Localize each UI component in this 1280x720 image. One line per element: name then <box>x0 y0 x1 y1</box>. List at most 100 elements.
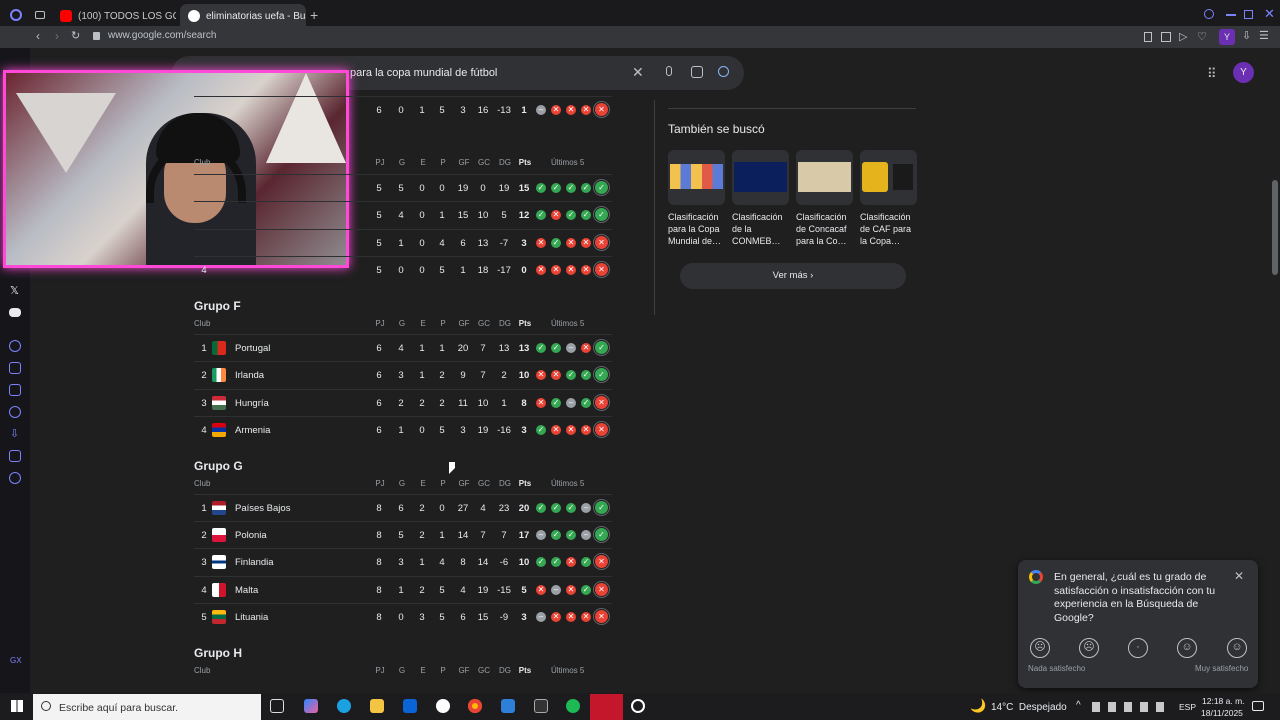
clock-date[interactable]: 18/11/2025 <box>1201 708 1243 718</box>
url-field[interactable]: www.google.com/search <box>108 30 216 41</box>
table-row[interactable]: 5 4 0 1 15 10 5 12 ✓ ✕ ✓ ✓ ✓ <box>194 201 612 228</box>
close-survey-icon[interactable]: ✕ <box>1234 569 1244 583</box>
related-label[interactable]: Clasificación de la CONMEB… <box>732 211 792 247</box>
related-card-caf[interactable] <box>860 150 917 205</box>
table-row[interactable]: 5 5 0 0 19 0 19 15 ✓ ✓ ✓ ✓ ✓ <box>194 174 612 201</box>
profile-avatar[interactable]: Y <box>1219 29 1235 45</box>
taskbar-app-active[interactable] <box>590 694 623 720</box>
xbox-icon[interactable] <box>436 699 450 713</box>
google-profile-avatar[interactable]: Y <box>1233 62 1254 83</box>
forward-icon[interactable]: › <box>55 29 59 43</box>
file-explorer-icon[interactable] <box>370 699 384 713</box>
table-row[interactable]: 2 Irlanda 6 3 1 2 9 7 2 10 ✕ ✕ ✓ ✓ ✓ <box>194 361 612 388</box>
messages-icon[interactable] <box>9 384 21 396</box>
table-row[interactable]: 5 1 0 4 6 13 -7 3 ✕ ✓ ✕ ✕ ✕ <box>194 229 612 256</box>
copilot-icon[interactable] <box>304 699 318 713</box>
history-icon[interactable] <box>9 406 21 418</box>
close-window-button[interactable]: ✕ <box>1264 6 1275 22</box>
edge-icon[interactable] <box>337 699 351 713</box>
team-name[interactable]: Malta <box>235 585 258 596</box>
back-icon[interactable]: ‹ <box>36 29 40 43</box>
opera-gx-icon[interactable] <box>631 699 645 713</box>
new-tab-button[interactable]: + <box>310 7 318 23</box>
team-name[interactable]: Finlandia <box>235 557 274 568</box>
gx-icon[interactable]: GX <box>10 656 22 665</box>
very-dissatisfied-icon[interactable]: ☹ <box>1030 638 1050 658</box>
bookmark-icon[interactable] <box>1144 32 1152 42</box>
system-tray-icons[interactable] <box>1092 702 1172 712</box>
tab-google-search[interactable]: eliminatorias uefa - Busca <box>180 4 306 28</box>
table-row[interactable]: 5 Lituania 8 0 3 5 6 15 -9 3– ✕ ✕ ✕ ✕ <box>194 603 612 630</box>
tab-actions-icon[interactable] <box>35 11 45 19</box>
menu-icon[interactable]: ☰ <box>1259 29 1269 42</box>
tab-youtube[interactable]: (100) TODOS LOS GOLES <box>52 4 176 28</box>
minimize-button[interactable] <box>1226 14 1236 16</box>
very-satisfied-icon[interactable]: ☺ <box>1227 638 1247 658</box>
extensions-icon[interactable] <box>9 450 21 462</box>
table-row[interactable]: 4 Malta 8 1 2 5 4 19 -15 5 ✕ – ✕ ✓ ✕ <box>194 576 612 603</box>
mic-icon[interactable] <box>666 66 672 76</box>
table-row[interactable]: 4 Armenia 6 1 0 5 3 19 -16 3 ✓ ✕ ✕ ✕ ✕ <box>194 416 612 443</box>
taskbar-search-placeholder[interactable]: Escribe aquí para buscar. <box>59 702 178 714</box>
clock-time[interactable]: 12:18 a. m. <box>1202 696 1245 706</box>
related-label[interactable]: Clasificación de Concacaf para la Co… <box>796 211 856 247</box>
chrome-icon[interactable] <box>468 699 482 713</box>
win-icon: ✓ <box>551 557 561 567</box>
heart-icon[interactable]: ♡ <box>1197 30 1207 43</box>
table-row[interactable]: 6 0 1 5 3 16 -13 1– ✕ ✕ ✕ ✕ <box>194 96 612 123</box>
download-icon[interactable]: ⇩ <box>1242 29 1251 42</box>
team-name[interactable]: Lituania <box>235 612 268 623</box>
neutral-icon[interactable]: · <box>1128 638 1148 658</box>
google-apps-icon[interactable]: ⠿ <box>1207 66 1217 82</box>
lock-icon[interactable] <box>93 32 100 40</box>
team-name[interactable]: Países Bajos <box>235 503 290 514</box>
notifications-icon[interactable] <box>1252 701 1264 711</box>
team-name[interactable]: Irlanda <box>235 370 264 381</box>
outlook-icon[interactable] <box>403 699 417 713</box>
settings-icon[interactable] <box>9 472 21 484</box>
player-icon[interactable] <box>9 340 21 352</box>
divider <box>654 100 655 315</box>
table-row[interactable]: 3 Finlandia 8 3 1 4 8 14 -6 10 ✓ ✓ ✕ ✓ ✕ <box>194 548 612 575</box>
start-icon[interactable] <box>11 700 23 712</box>
related-card-concacaf[interactable] <box>796 150 853 205</box>
lens-icon[interactable] <box>691 66 703 78</box>
language-indicator[interactable]: ESP <box>1179 702 1196 712</box>
browser-logo-icon[interactable] <box>10 9 22 21</box>
scrollbar-thumb[interactable] <box>1272 180 1278 275</box>
search-icon[interactable] <box>718 66 729 77</box>
play-icon[interactable]: ▷ <box>1179 30 1187 43</box>
dissatisfied-icon[interactable]: ☹ <box>1079 638 1099 658</box>
satisfied-icon[interactable]: ☺ <box>1177 638 1197 658</box>
related-label[interactable]: Clasificación de CAF para la Copa… <box>860 211 920 247</box>
related-label[interactable]: Clasificación para la Copa Mundial de… <box>668 211 728 247</box>
terminal-icon[interactable] <box>534 699 548 713</box>
reload-icon[interactable]: ↻ <box>71 29 80 42</box>
search-tabs-icon[interactable] <box>1204 9 1214 19</box>
x-icon[interactable]: 𝕏 <box>10 284 19 297</box>
maximize-button[interactable] <box>1244 10 1253 19</box>
downloads-icon[interactable]: ⇩ <box>10 427 19 440</box>
table-row[interactable]: 2 Polonia 8 5 2 1 14 7 7 17– ✓ ✓ – ✓ <box>194 521 612 548</box>
team-name[interactable]: Portugal <box>235 343 270 354</box>
table-row[interactable]: 3 Hungría 6 2 2 2 11 10 1 8 ✕ ✓ – ✓ ✕ <box>194 389 612 416</box>
related-card-conmebol[interactable] <box>732 150 789 205</box>
chevron-up-icon[interactable]: ^ <box>1076 700 1081 711</box>
clear-search-icon[interactable]: ✕ <box>632 64 644 81</box>
team-name[interactable]: Hungría <box>235 398 269 409</box>
see-more-button[interactable]: Ver más › <box>680 263 906 289</box>
search-query[interactable]: para la copa mundial de fútbol <box>350 67 497 79</box>
task-view-icon[interactable] <box>270 699 284 713</box>
weather-label[interactable]: 14°C Despejado <box>991 702 1067 713</box>
team-name[interactable]: Armenia <box>235 425 270 436</box>
table-row[interactable]: 1 Portugal 6 4 1 1 20 7 13 13 ✓ ✓ – ✕ ✓ <box>194 334 612 361</box>
spotify-icon[interactable] <box>566 699 580 713</box>
team-name[interactable]: Polonia <box>235 530 267 541</box>
apps-icon[interactable] <box>9 362 21 374</box>
table-row[interactable]: 4 5 0 0 5 1 18 -17 0 ✕ ✕ ✕ ✕ ✕ <box>194 256 612 283</box>
screenshot-icon[interactable] <box>1161 32 1171 42</box>
discord-icon[interactable] <box>9 308 21 317</box>
table-row[interactable]: 1 Países Bajos 8 6 2 0 27 4 23 20 ✓ ✓ ✓ – ✓ <box>194 494 612 521</box>
related-card-world-cup[interactable] <box>668 150 725 205</box>
store-icon[interactable] <box>501 699 515 713</box>
